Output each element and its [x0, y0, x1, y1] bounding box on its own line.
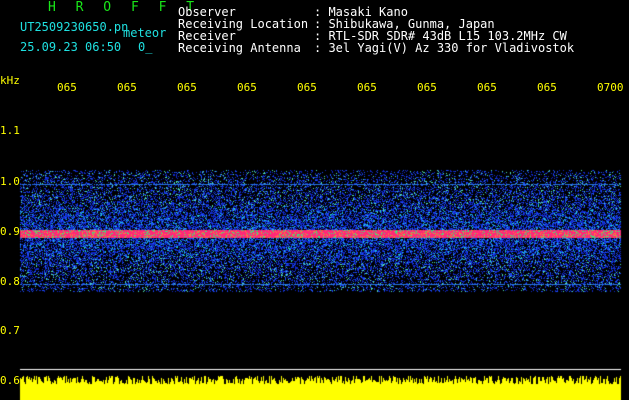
x-tick-label: 065: [477, 81, 497, 94]
x-tick-label: 0700: [597, 81, 624, 94]
meteor-label: meteor: [123, 26, 167, 40]
x-tick-label: 065: [357, 81, 377, 94]
y-tick-label: 0.7: [0, 324, 20, 337]
meta-sep: :: [314, 41, 329, 55]
y-tick-label: 1.0: [0, 175, 20, 188]
y-axis-unit: kHz: [0, 74, 20, 87]
x-tick-label: 065: [177, 81, 197, 94]
x-tick-label: 065: [537, 81, 557, 94]
filename-label: UT2509230650.pn: [20, 20, 129, 34]
station-info: Observer : Masaki Kano Receiving Locatio…: [178, 6, 574, 54]
x-tick-label: 065: [417, 81, 437, 94]
spectrogram-canvas: [0, 0, 629, 400]
meta-value: 3el Yagi(V) Az 330 for Vladivostok: [328, 41, 575, 55]
datetime-label: 25.09.23 06:50: [20, 40, 122, 54]
y-tick-label: 0.9: [0, 225, 20, 238]
y-tick-label: 0.6: [0, 374, 20, 387]
x-tick-label: 065: [237, 81, 257, 94]
meta-label: Receiving Antenna: [178, 41, 301, 55]
x-tick-label: 065: [297, 81, 317, 94]
x-tick-label: 065: [57, 81, 77, 94]
antenna-row: Receiving Antenna : 3el Yagi(V) Az 330 f…: [178, 42, 574, 54]
y-tick-label: 1.1: [0, 124, 20, 137]
y-tick-label: 0.8: [0, 275, 20, 288]
x-tick-label: 065: [117, 81, 137, 94]
meteor-count: 0_: [138, 40, 153, 54]
